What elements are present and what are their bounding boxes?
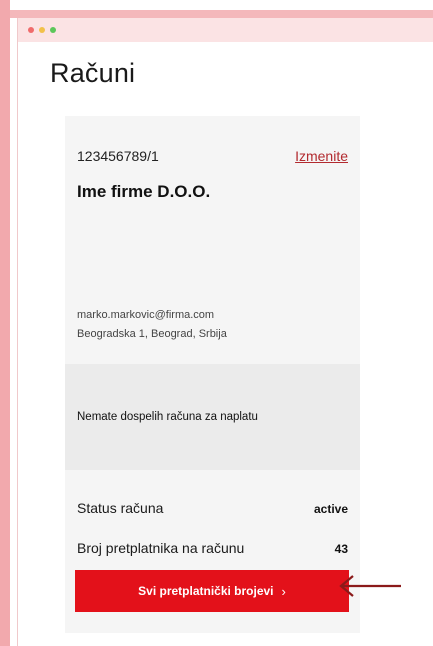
edit-account-link[interactable]: Izmenite — [295, 148, 348, 164]
frame-border-top — [10, 10, 433, 18]
subscribers-count-label: Broj pretplatnika na računu — [77, 540, 245, 556]
bills-notice: Nemate dospelih računa za naplatu — [65, 364, 360, 470]
browser-window: Računi 123456789/1 Izmenite Ime firme D.… — [17, 18, 433, 646]
bills-notice-text: Nemate dospelih računa za naplatu — [77, 411, 258, 423]
status-value: active — [313, 502, 348, 516]
account-card: 123456789/1 Izmenite Ime firme D.O.O. ma… — [65, 116, 360, 633]
frame-border-left — [0, 0, 10, 646]
account-number: 123456789/1 — [77, 148, 159, 164]
status-label: Status računa — [77, 500, 164, 516]
all-subscriber-numbers-button[interactable]: Svi pretplatnički brojevi › — [75, 570, 349, 612]
window-titlebar — [18, 18, 433, 42]
arrow-left-icon — [339, 575, 401, 597]
maximize-window-button[interactable] — [50, 27, 56, 33]
account-address: Beogradska 1, Beograd, Srbija — [77, 328, 227, 340]
all-subscriber-numbers-label: Svi pretplatnički brojevi — [138, 584, 274, 598]
subscribers-count-value: 43 — [334, 542, 348, 556]
company-name: Ime firme D.O.O. — [77, 182, 211, 201]
account-email: marko.markovic@firma.com — [77, 309, 215, 321]
chevron-right-icon: › — [281, 583, 286, 599]
minimize-window-button[interactable] — [39, 27, 45, 33]
screenshot-frame: Računi 123456789/1 Izmenite Ime firme D.… — [0, 0, 433, 646]
page-title: Računi — [50, 58, 136, 88]
close-window-button[interactable] — [28, 27, 34, 33]
